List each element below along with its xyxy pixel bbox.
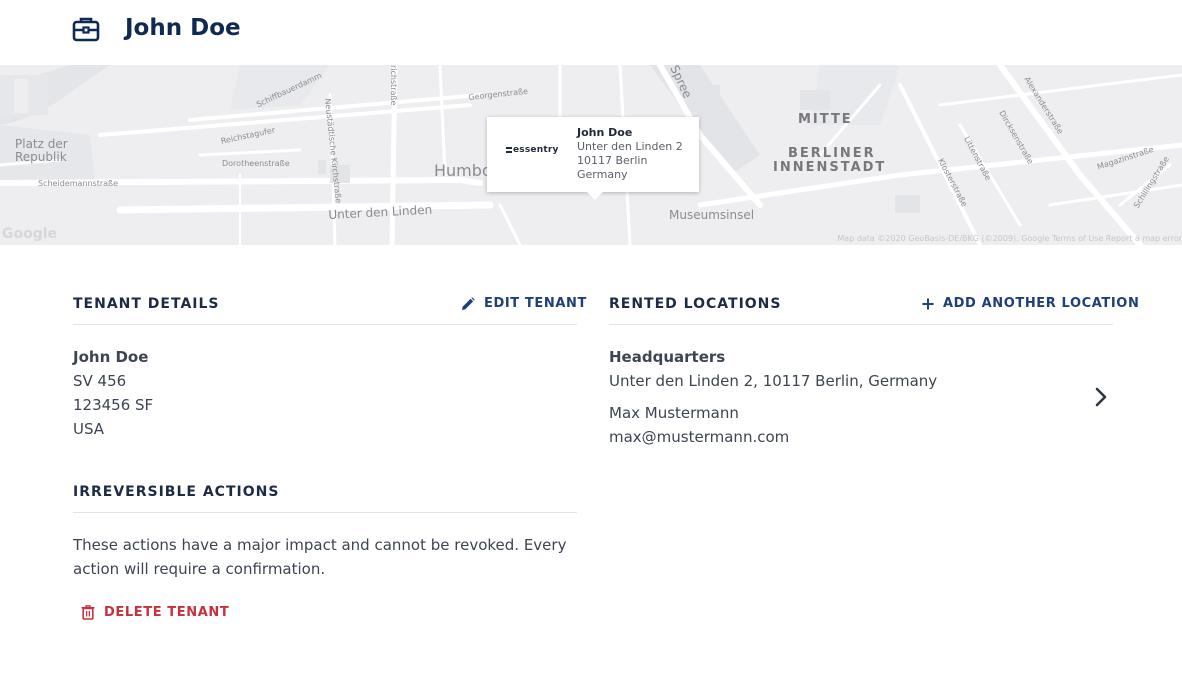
location-address: Unter den Linden 2, 10117 Berlin, German…	[609, 372, 938, 390]
map-popup-address-line3: Germany	[577, 168, 628, 181]
map-label: Humbo	[434, 161, 492, 180]
trash-icon	[81, 605, 95, 620]
map-popup-address-line2: 10117 Berlin	[577, 154, 648, 167]
delete-tenant-label: DELETE TENANT	[104, 605, 230, 620]
location-contact-name: Max Mustermann	[609, 404, 739, 422]
tenant-address-line2: 123456 SF	[73, 396, 154, 414]
map-label: MITTE	[798, 112, 853, 127]
tenant-details-title: TENANT DETAILS	[73, 296, 220, 312]
plus-icon	[922, 298, 934, 309]
edit-tenant-label: EDIT TENANT	[484, 296, 587, 311]
map-label: richstraße	[389, 65, 398, 106]
map-popup-address-line1: Unter den Linden 2	[577, 140, 683, 153]
map-info-window[interactable]: essentry John Doe Unter den Linden 2 101…	[487, 117, 699, 200]
location-contact-email: max@mustermann.com	[609, 428, 790, 446]
map-popup-info: John Doe Unter den Linden 2 10117 Berlin…	[577, 126, 683, 182]
briefcase-icon	[72, 17, 100, 42]
tenant-address-line1: SV 456	[73, 372, 127, 390]
irreversible-actions-divider	[73, 512, 577, 513]
location-map[interactable]: Schiffbauerdamm richstraße Georgenstraße…	[0, 65, 1182, 245]
page-title: John Doe	[125, 15, 241, 41]
rented-locations-divider	[609, 324, 1113, 325]
tenant-details-divider	[73, 324, 577, 325]
rented-locations-title: RENTED LOCATIONS	[609, 296, 782, 312]
irreversible-actions-description: These actions have a major impact and ca…	[73, 536, 567, 578]
map-label: Museumsinsel	[669, 208, 755, 222]
tenant-address-line3: USA	[73, 420, 105, 438]
add-another-location-button[interactable]: ADD ANOTHER LOCATION	[922, 296, 1139, 311]
map-label: Dorotheenstraße	[222, 159, 290, 168]
map-copyright: Map data ©2020 GeoBasis-DE/BKG (©2009), …	[837, 234, 1182, 243]
map-label: Scheidemannstraße	[38, 179, 118, 188]
chevron-right-icon[interactable]	[1090, 385, 1112, 409]
map-popup-name: John Doe	[577, 126, 633, 139]
map-label: INNENSTADT	[773, 160, 887, 175]
tenant-name: John Doe	[73, 348, 149, 366]
google-logo: Google	[2, 226, 58, 242]
page-header: John Doe	[0, 0, 1182, 65]
add-another-location-label: ADD ANOTHER LOCATION	[943, 296, 1140, 311]
location-name: Headquarters	[609, 348, 726, 366]
essentry-logo: essentry	[506, 145, 559, 155]
irreversible-actions-title: IRREVERSIBLE ACTIONS	[73, 484, 280, 500]
pencil-icon	[462, 296, 475, 310]
edit-tenant-button[interactable]: EDIT TENANT	[461, 296, 587, 311]
delete-tenant-button[interactable]: DELETE TENANT	[81, 605, 229, 620]
map-label: BERLINER	[788, 146, 876, 161]
map-label: Platz der Republik	[15, 137, 68, 164]
